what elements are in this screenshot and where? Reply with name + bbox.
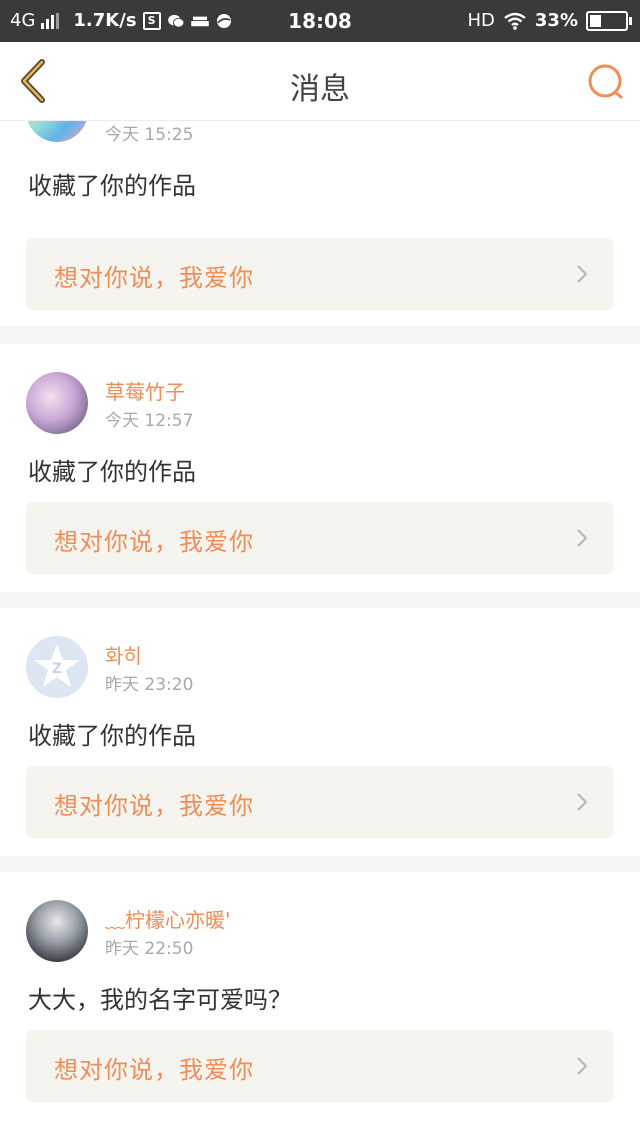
- default-avatar-icon: Z: [34, 644, 80, 687]
- timestamp: 昨天 22:50: [105, 939, 194, 959]
- wifi-icon: [504, 12, 526, 30]
- message-text: 收藏了你的作品: [28, 722, 196, 750]
- chevron-right-icon: [577, 529, 588, 547]
- reply-label: 想对你说，我爱你: [54, 528, 254, 556]
- reply-button[interactable]: 想对你说，我爱你: [26, 238, 613, 310]
- page-title: 消息: [290, 72, 350, 107]
- battery-icon: [586, 10, 632, 31]
- reply-label: 想对你说，我爱你: [54, 792, 254, 820]
- username[interactable]: 화히: [105, 640, 142, 669]
- avatar[interactable]: Z: [26, 636, 88, 698]
- username[interactable]: ﹏柠檬心亦暖': [105, 904, 231, 933]
- username[interactable]: 草莓竹子: [105, 376, 185, 405]
- reply-button[interactable]: 想对你说，我爱你: [26, 502, 613, 574]
- reply-button[interactable]: 想对你说，我爱你: [26, 766, 613, 838]
- message-feed[interactable]: lijianwb 今天 15:25 收藏了你的作品 想对你说，我爱你 草莓竹子 …: [0, 120, 640, 1138]
- timestamp: 今天 15:25: [105, 125, 194, 145]
- hd-label: HD: [467, 10, 495, 31]
- message-card: 草莓竹子 今天 12:57 收藏了你的作品 想对你说，我爱你: [0, 344, 640, 592]
- avatar[interactable]: [26, 372, 88, 434]
- timestamp: 今天 12:57: [105, 411, 194, 431]
- avatar[interactable]: [26, 120, 88, 142]
- message-card: ﹏柠檬心亦暖' 昨天 22:50 大大，我的名字可爱吗？ 想对你说，我爱你: [0, 872, 640, 1138]
- status-bar: 4G 1.7K/s S 18:08 HD 33%: [0, 0, 640, 42]
- reply-label: 想对你说，我爱你: [54, 1056, 254, 1084]
- timestamp: 昨天 23:20: [105, 675, 194, 695]
- nav-bar: 消息: [0, 42, 640, 121]
- battery-level: [590, 14, 601, 27]
- status-right: HD 33%: [467, 10, 632, 31]
- battery-percent: 33%: [534, 10, 578, 31]
- chevron-right-icon: [577, 793, 588, 811]
- message-text: 收藏了你的作品: [28, 172, 196, 200]
- message-card: Z 화히 昨天 23:20 收藏了你的作品 想对你说，我爱你: [0, 608, 640, 856]
- message-card: lijianwb 今天 15:25 收藏了你的作品 想对你说，我爱你: [0, 120, 640, 326]
- chevron-right-icon: [577, 265, 588, 283]
- reply-label: 想对你说，我爱你: [54, 264, 254, 292]
- message-text: 大大，我的名字可爱吗？: [28, 986, 292, 1014]
- message-text: 收藏了你的作品: [28, 458, 196, 486]
- search-icon[interactable]: [586, 62, 626, 102]
- chevron-right-icon: [577, 1057, 588, 1075]
- svg-text:Z: Z: [52, 661, 62, 677]
- reply-button[interactable]: 想对你说，我爱你: [26, 1030, 613, 1102]
- avatar[interactable]: [26, 900, 88, 962]
